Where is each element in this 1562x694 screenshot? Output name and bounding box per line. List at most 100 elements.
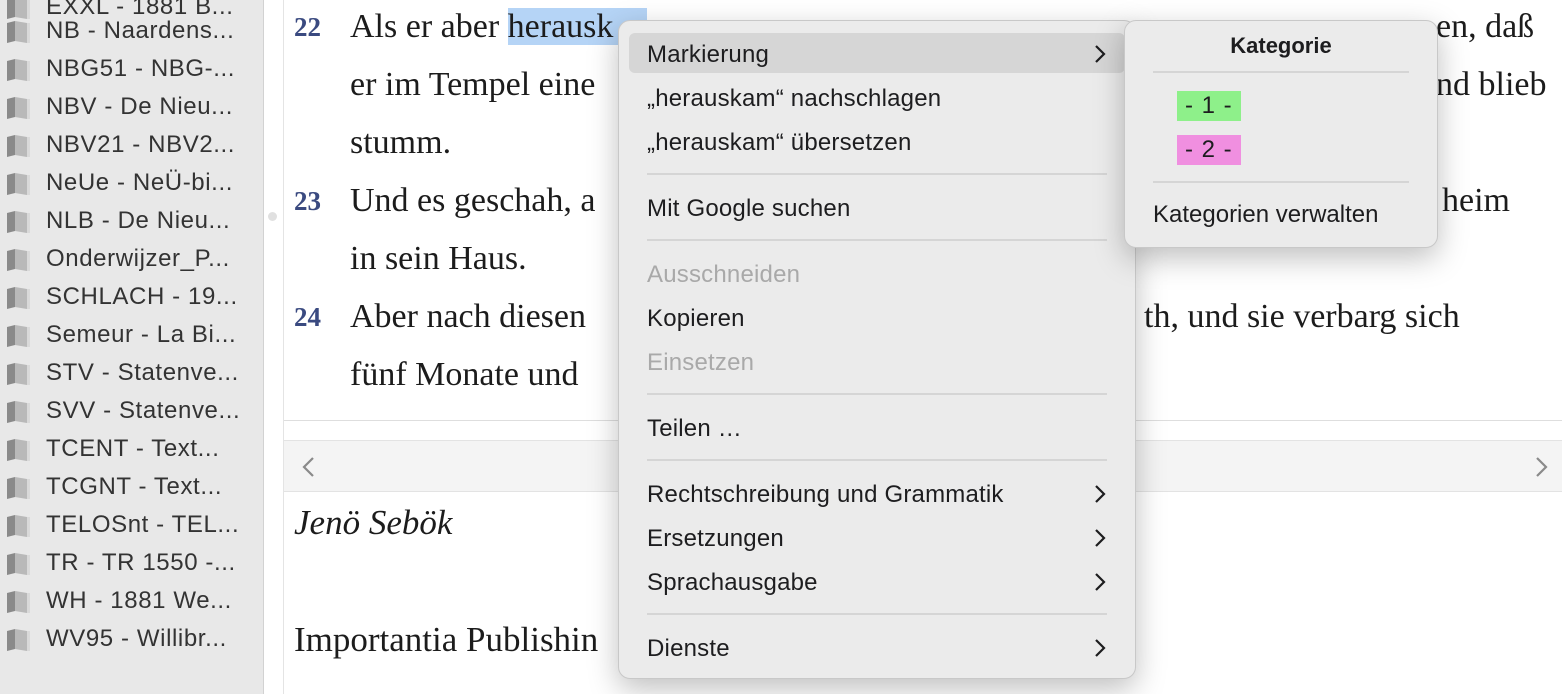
menu-separator: [1153, 71, 1409, 73]
menu-item-ersetzungen[interactable]: Ersetzungen: [629, 517, 1125, 557]
sidebar-item-label: TCENT - Text...: [46, 435, 220, 462]
sidebar-item-schlach[interactable]: SCHLACH - 19...: [0, 278, 263, 316]
menu-separator: [647, 393, 1107, 395]
sidebar-item-svv[interactable]: SVV - Statenve...: [0, 392, 263, 430]
menu-item-sprachausgabe[interactable]: Sprachausgabe: [629, 561, 1125, 601]
menu-separator: [647, 613, 1107, 615]
sidebar-item-label: NLB - De Nieu...: [46, 207, 231, 234]
split-view-handle[interactable]: [268, 212, 277, 221]
book-icon: [7, 211, 30, 233]
book-icon: [7, 477, 30, 499]
chevron-left-icon[interactable]: [298, 455, 320, 479]
sidebar-item-nbv21[interactable]: NBV21 - NBV2...: [0, 126, 263, 164]
verse-line: fünf Monate und: [350, 356, 579, 393]
menu-item-label: Kopieren: [647, 305, 745, 332]
menu-item-google-suchen[interactable]: Mit Google suchen: [629, 187, 1125, 227]
menu-item-label: Markierung: [647, 41, 770, 68]
category-2[interactable]: - 2 -: [1177, 135, 1241, 165]
book-icon: [7, 553, 30, 575]
sidebar-item-label: NeUe - NeÜ-bi...: [46, 169, 233, 196]
menu-separator: [647, 239, 1107, 241]
book-icon: [7, 515, 30, 537]
sidebar-item-label: TELOSnt - TEL...: [46, 511, 240, 538]
manage-categories-item[interactable]: Kategorien verwalten: [1153, 201, 1378, 229]
sidebar-item-nb[interactable]: NB - Naardens...: [0, 12, 263, 50]
menu-separator: [1153, 181, 1409, 183]
sidebar-item-label: Semeur - La Bi...: [46, 321, 237, 348]
verse-line: Aber nach diesen: [350, 298, 587, 335]
verse-number: 24: [294, 302, 321, 332]
sidebar-item-label: NBG51 - NBG-...: [46, 55, 236, 82]
book-icon: [7, 21, 30, 43]
chevron-right-icon: [1095, 639, 1106, 657]
verse-line: in sein Haus.: [350, 240, 527, 277]
book-icon: [7, 173, 30, 195]
sidebar-item-nbv[interactable]: NBV - De Nieu...: [0, 88, 263, 126]
sidebar-item-label: NBV - De Nieu...: [46, 93, 233, 120]
context-menu: Markierung „herauskam“ nachschlagen „her…: [618, 20, 1136, 679]
book-icon: [7, 287, 30, 309]
verse-line: Als er aber herausk: [350, 8, 648, 45]
menu-item-rechtschreibung[interactable]: Rechtschreibung und Grammatik: [629, 473, 1125, 513]
menu-separator: [647, 459, 1107, 461]
menu-item-label: „herauskam“ übersetzen: [647, 129, 912, 156]
menu-item-label: Rechtschreibung und Grammatik: [647, 481, 1004, 508]
sidebar-item-semeur[interactable]: Semeur - La Bi...: [0, 316, 263, 354]
menu-item-markierung[interactable]: Markierung: [629, 33, 1125, 73]
submenu-title: Kategorie: [1230, 33, 1332, 58]
menu-item-uebersetzen[interactable]: „herauskam“ übersetzen: [629, 121, 1125, 161]
sidebar-item-label: Onderwijzer_P...: [46, 245, 230, 272]
sidebar-item-label: STV - Statenve...: [46, 359, 239, 386]
sidebar-item-wv95[interactable]: WV95 - Willibr...: [0, 620, 263, 658]
book-icon: [7, 591, 30, 613]
sidebar-item-tr[interactable]: TR - TR 1550 -...: [0, 544, 263, 582]
sidebar-item-nbg51[interactable]: NBG51 - NBG-...: [0, 50, 263, 88]
verse-line-fragment: nd blieb: [1436, 66, 1547, 103]
sidebar-item-label: TR - TR 1550 -...: [46, 549, 236, 576]
sidebar-item-label: WH - 1881 We...: [46, 587, 232, 614]
verse-number: 23: [294, 186, 321, 216]
menu-item-label: „herauskam“ nachschlagen: [647, 85, 942, 112]
book-icon: [7, 363, 30, 385]
chevron-right-icon: [1095, 45, 1106, 63]
menu-item-label: Ersetzungen: [647, 525, 784, 552]
sidebar-item-stv[interactable]: STV - Statenve...: [0, 354, 263, 392]
menu-item-nachschlagen[interactable]: „herauskam“ nachschlagen: [629, 77, 1125, 117]
book-icon: [7, 97, 30, 119]
sidebar-item-wh[interactable]: WH - 1881 We...: [0, 582, 263, 620]
menu-item-teilen[interactable]: Teilen …: [629, 407, 1125, 447]
category-1[interactable]: - 1 -: [1177, 91, 1241, 121]
chevron-right-icon: [1095, 485, 1106, 503]
menu-item-dienste[interactable]: Dienste: [629, 627, 1125, 667]
menu-item-label: Dienste: [647, 635, 730, 662]
sidebar-item-tcgnt[interactable]: TCGNT - Text...: [0, 468, 263, 506]
sidebar-item-label: SVV - Statenve...: [46, 397, 241, 424]
sidebar-item-onderwijzer[interactable]: Onderwijzer_P...: [0, 240, 263, 278]
sidebar-item-nlb[interactable]: NLB - De Nieu...: [0, 202, 263, 240]
sidebar-item-label: SCHLACH - 19...: [46, 283, 238, 310]
book-icon: [7, 135, 30, 157]
verse-line-fragment: heim: [1442, 182, 1510, 219]
sidebar-item-label: WV95 - Willibr...: [46, 625, 227, 652]
sidebar: EXXL - 1881 B... NB - Naardens... NBG51 …: [0, 0, 264, 694]
sidebar-item-tcent[interactable]: TCENT - Text...: [0, 430, 263, 468]
sidebar-item-label: NB - Naardens...: [46, 17, 235, 44]
sidebar-item-neue[interactable]: NeUe - NeÜ-bi...: [0, 164, 263, 202]
chevron-right-icon: [1095, 529, 1106, 547]
chevron-right-icon[interactable]: [1530, 455, 1552, 479]
menu-item-label: Ausschneiden: [647, 261, 801, 288]
sidebar-item-label: TCGNT - Text...: [46, 473, 223, 500]
book-icon: [7, 401, 30, 423]
menu-item-label: Mit Google suchen: [647, 195, 851, 222]
sidebar-item-telosnt[interactable]: TELOSnt - TEL...: [0, 506, 263, 544]
book-icon: [7, 249, 30, 271]
menu-item-kopieren[interactable]: Kopieren: [629, 297, 1125, 337]
sidebar-item-label: NBV21 - NBV2...: [46, 131, 236, 158]
book-icon: [7, 59, 30, 81]
menu-separator: [647, 173, 1107, 175]
author-name: Jenö Sebök: [294, 503, 453, 542]
chevron-right-icon: [1095, 573, 1106, 591]
book-icon: [7, 629, 30, 651]
book-icon: [7, 439, 30, 461]
category-submenu: Kategorie - 1 - - 2 - Kategorien verwalt…: [1124, 20, 1438, 248]
